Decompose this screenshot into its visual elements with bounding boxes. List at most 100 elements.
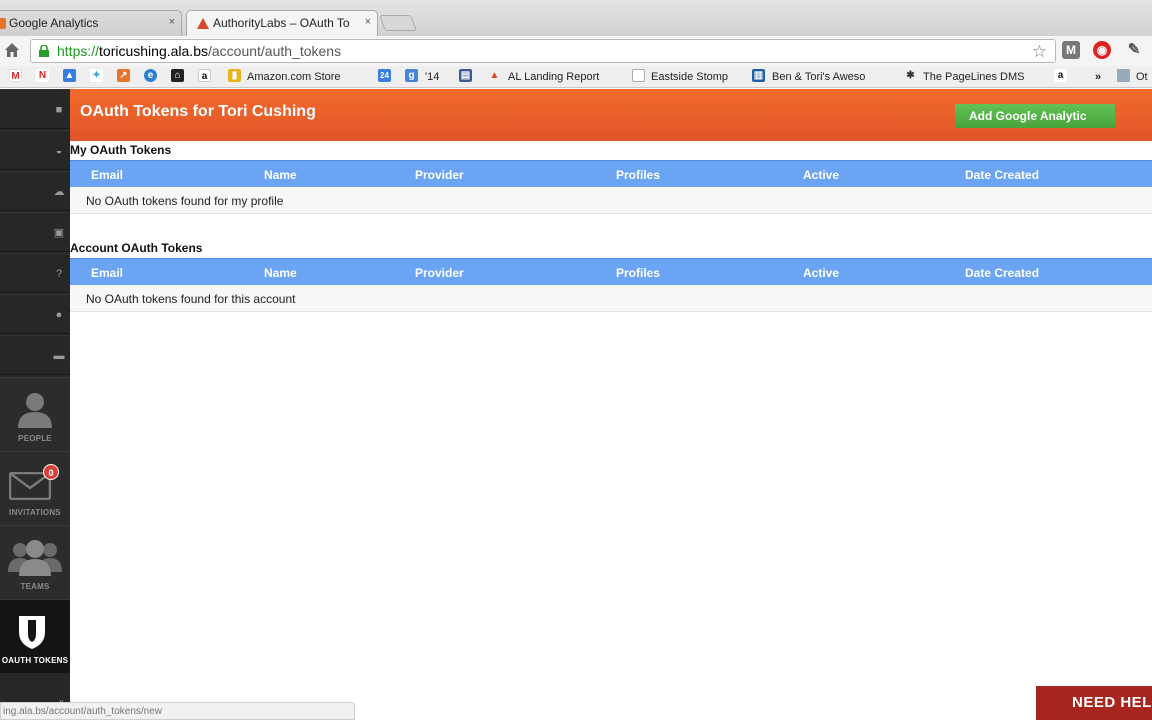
globe-bookmark-icon[interactable]: e — [144, 69, 157, 82]
close-icon[interactable]: × — [169, 16, 175, 28]
bookmark-14[interactable]: '14 — [425, 69, 439, 85]
briefcase-icon: ▬ — [53, 350, 65, 362]
twitter-bookmark-icon[interactable]: ✦ — [90, 69, 103, 82]
bookmark-amazon-store[interactable]: Amazon.com Store — [247, 69, 341, 85]
column-profiles[interactable]: Profiles — [616, 168, 660, 182]
question-icon: ? — [55, 268, 63, 280]
url-host: toricushing.ala.bs — [99, 43, 208, 59]
page-bookmark-icon — [632, 69, 645, 82]
my-tokens-table-header: Email Name Provider Profiles Active Date… — [70, 160, 1152, 187]
close-icon[interactable]: × — [365, 16, 371, 28]
sidebar-item-reports[interactable]: ▣ — [0, 212, 70, 252]
invitations-count-badge: 0 — [43, 464, 59, 480]
column-email[interactable]: Email — [91, 168, 123, 182]
pagelines-bookmark-icon: ✱ — [906, 70, 915, 81]
bookmark-al-landing-report[interactable]: AL Landing Report — [508, 69, 599, 85]
tab-google-analytics[interactable]: Google Analytics × — [0, 10, 182, 36]
record-extension-icon[interactable]: ◉ — [1093, 41, 1111, 59]
bookmarks-overflow-chevron[interactable]: » — [1095, 69, 1101, 85]
sidebar-oauth-tokens-label: OAUTH TOKENS — [1, 656, 69, 665]
table-row: No OAuth tokens found for my profile — [70, 187, 1152, 214]
analytics-icon — [0, 18, 6, 29]
sidebar-item-account[interactable]: ▬ — [0, 335, 70, 375]
sidebar-item-help[interactable]: ? — [0, 253, 70, 293]
app-sidebar: ■ ◒ ☁ ▣ ? ● ▬ PEOPLE 0 INVITATIONS TEAMS… — [0, 89, 70, 720]
column-provider[interactable]: Provider — [415, 168, 464, 182]
browser-status-url: ing.ala.bs/account/auth_tokens/new — [0, 702, 355, 720]
bookmark-pagelines-dms[interactable]: The PageLines DMS — [923, 69, 1035, 85]
bookmark-star-icon[interactable]: ☆ — [1032, 42, 1047, 62]
authoritylabs-bookmark-icon: ▲ — [489, 70, 500, 81]
my-tokens-title: My OAuth Tokens — [70, 143, 172, 157]
column-name[interactable]: Name — [264, 266, 297, 280]
column-profiles[interactable]: Profiles — [616, 266, 660, 280]
gmail-extension-icon[interactable]: M — [1062, 41, 1080, 59]
account-tokens-table-header: Email Name Provider Profiles Active Date… — [70, 258, 1152, 285]
column-provider[interactable]: Provider — [415, 266, 464, 280]
sidebar-invitations[interactable]: 0 INVITATIONS — [0, 451, 70, 525]
sidebar-teams[interactable]: TEAMS — [0, 525, 70, 599]
table-row: No OAuth tokens found for this account — [70, 285, 1152, 312]
add-google-analytics-button[interactable]: Add Google Analytic — [955, 104, 1115, 128]
sidebar-item-user[interactable]: ● — [0, 294, 70, 334]
sidebar-item-dashboard[interactable]: ◒ — [0, 130, 70, 170]
url-text: https://toricushing.ala.bs/account/auth_… — [57, 43, 341, 59]
address-bar[interactable]: https://toricushing.ala.bs/account/auth_… — [30, 39, 1056, 63]
browser-toolbar: https://toricushing.ala.bs/account/auth_… — [0, 36, 1152, 66]
amazon-store-icon: ▮ — [228, 69, 241, 82]
team-icon — [8, 540, 62, 576]
chart-icon: ▣ — [53, 227, 65, 239]
sidebar-item-cloud[interactable]: ☁ — [0, 171, 70, 211]
sidebar-people-label: PEOPLE — [18, 434, 52, 443]
bookmark-other[interactable]: Ot — [1136, 69, 1148, 85]
netflix-bookmark-icon[interactable]: N — [36, 69, 49, 82]
tab-title: Google Analytics — [9, 16, 99, 30]
empty-message: No OAuth tokens found for this account — [86, 292, 296, 306]
dashboard-icon: ◒ — [55, 145, 63, 157]
page-title: OAuth Tokens for Tori Cushing — [80, 103, 316, 120]
folder-icon — [1117, 69, 1130, 82]
drive-bookmark-icon[interactable]: ▲ — [63, 69, 76, 82]
calendar-bookmark-icon[interactable]: 24 — [378, 69, 391, 82]
google-plus-icon: g — [405, 69, 418, 82]
lock-icon: ■ — [55, 104, 63, 116]
bookmark-eastside-stomp[interactable]: Eastside Stomp — [651, 69, 728, 85]
account-tokens-title: Account OAuth Tokens — [70, 241, 203, 255]
tab-authoritylabs[interactable]: AuthorityLabs – OAuth To × — [186, 10, 378, 36]
browser-tab-bar: Google Analytics × AuthorityLabs – OAuth… — [0, 0, 1152, 36]
lock-icon — [39, 45, 49, 57]
film-bookmark-icon[interactable]: ▤ — [459, 69, 472, 82]
new-tab-button[interactable] — [379, 15, 417, 31]
home-icon[interactable] — [4, 42, 20, 58]
need-help-button[interactable]: NEED HELP — [1036, 686, 1152, 720]
store-bookmark-icon[interactable]: ⌂ — [171, 69, 184, 82]
sidebar-oauth-tokens[interactable]: OAUTH TOKENS — [0, 599, 70, 673]
amazon-bookmark-icon[interactable]: a — [198, 69, 211, 82]
sidebar-item-lock[interactable]: ■ — [0, 89, 70, 129]
url-scheme: https:// — [57, 43, 100, 59]
authoritylabs-icon — [197, 18, 209, 29]
wrench-icon[interactable]: ✎ — [1125, 41, 1143, 59]
empty-message: No OAuth tokens found for my profile — [86, 194, 284, 208]
gmail-bookmark-icon[interactable]: M — [9, 69, 22, 82]
column-active[interactable]: Active — [803, 266, 839, 280]
amazon-bookmark-icon[interactable]: a — [1054, 69, 1067, 82]
column-name[interactable]: Name — [264, 168, 297, 182]
tab-title: AuthorityLabs – OAuth To — [213, 16, 350, 30]
column-date-created[interactable]: Date Created — [965, 168, 1039, 182]
bookmark-ben-tori[interactable]: Ben & Tori's Aweso — [772, 69, 884, 85]
bookmarks-bar: M N ▲ ✦ ↗ e ⌂ a ▮ Amazon.com Store 24 g … — [0, 66, 1152, 88]
column-active[interactable]: Active — [803, 168, 839, 182]
sidebar-invitations-label: INVITATIONS — [9, 508, 61, 517]
column-date-created[interactable]: Date Created — [965, 266, 1039, 280]
user-icon: ● — [55, 309, 63, 321]
person-icon — [18, 393, 52, 428]
sidebar-people[interactable]: PEOPLE — [0, 377, 70, 451]
column-email[interactable]: Email — [91, 266, 123, 280]
url-path: /account/auth_tokens — [207, 43, 342, 59]
cloud-icon: ☁ — [53, 186, 65, 198]
trello-bookmark-icon: ▥ — [752, 69, 765, 82]
analytics-bookmark-icon[interactable]: ↗ — [117, 69, 130, 82]
shield-icon — [19, 616, 45, 649]
sidebar-teams-label: TEAMS — [20, 582, 50, 591]
